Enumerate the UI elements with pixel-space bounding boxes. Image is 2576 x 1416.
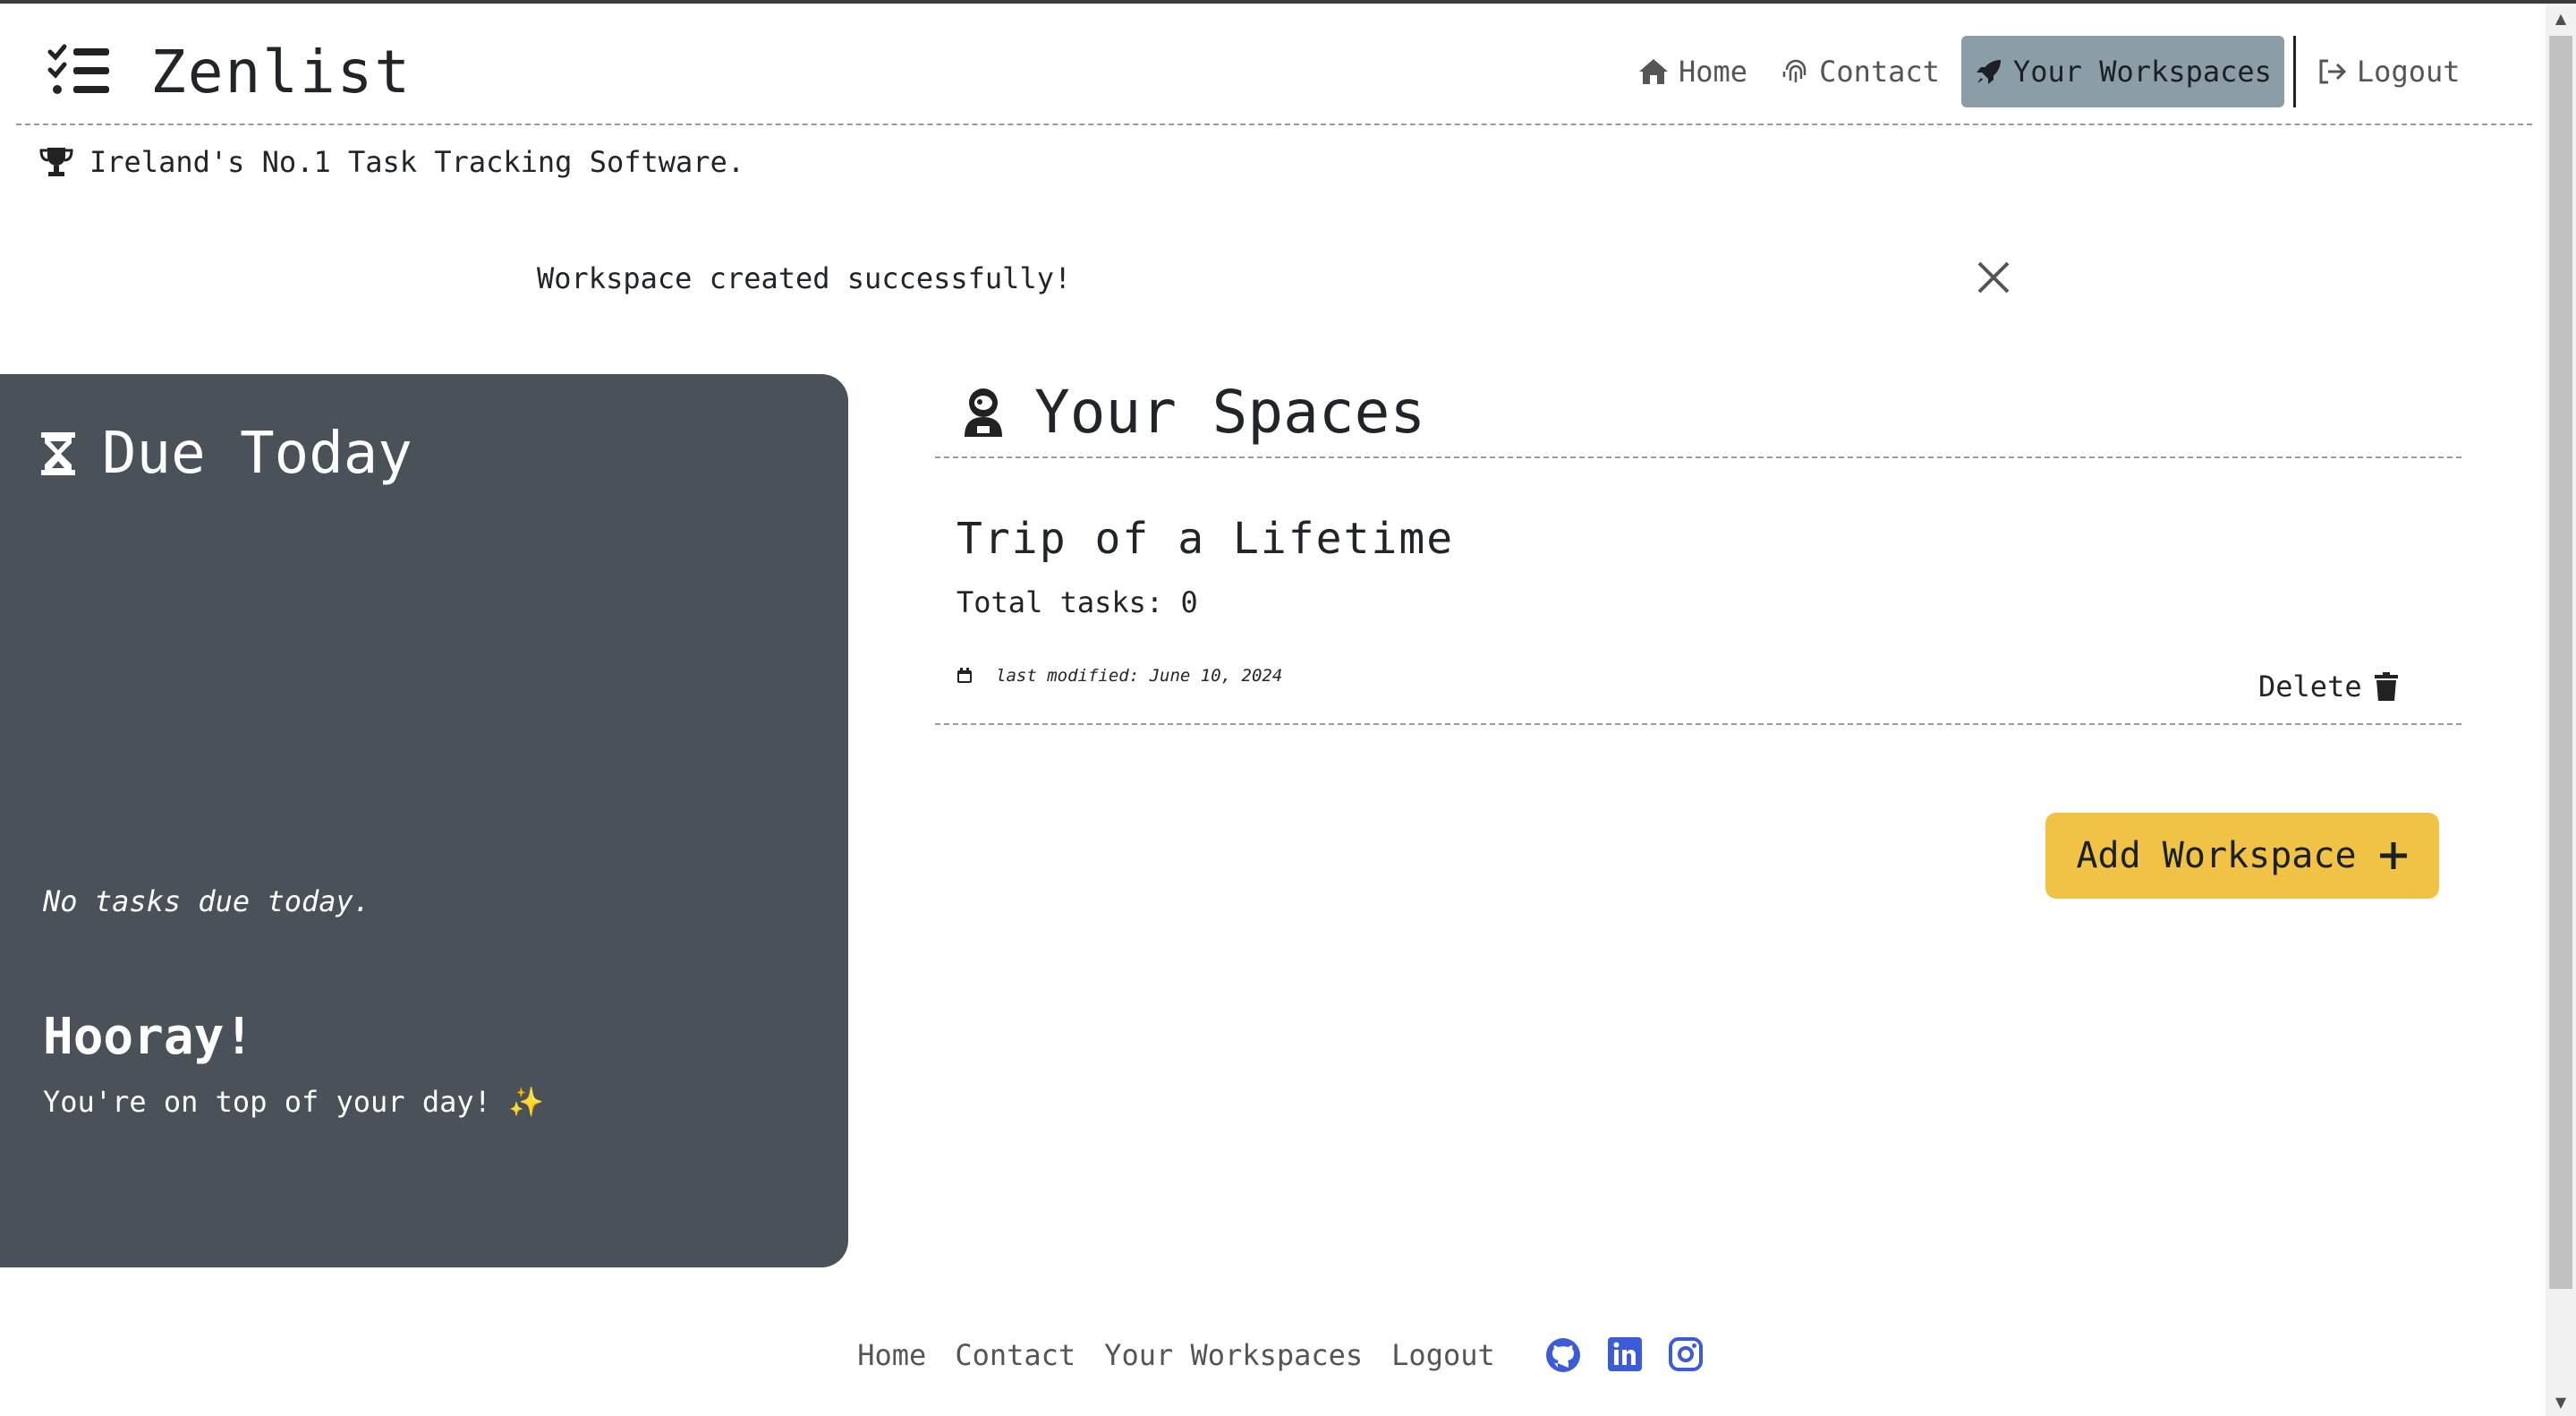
plus-icon bbox=[2378, 840, 2409, 871]
header-divider bbox=[16, 124, 2532, 125]
nav-workspaces-label: Your Workspaces bbox=[2012, 55, 2272, 89]
spaces-divider-top bbox=[935, 456, 2461, 458]
scrollbar-thumb[interactable] bbox=[2549, 36, 2572, 1289]
spaces-title: Your Spaces bbox=[1034, 378, 1426, 447]
tagline: Ireland's No.1 Task Tracking Software. bbox=[39, 145, 744, 179]
social-links bbox=[1545, 1337, 1703, 1373]
add-workspace-button[interactable]: Add Workspace bbox=[2045, 813, 2439, 899]
nav-logout[interactable]: Logout bbox=[2305, 36, 2473, 107]
instagram-icon[interactable] bbox=[1668, 1337, 1703, 1373]
nav-home[interactable]: Home bbox=[1625, 36, 1760, 107]
footer-link-home[interactable]: Home bbox=[857, 1338, 926, 1372]
tagline-text: Ireland's No.1 Task Tracking Software. bbox=[89, 145, 745, 179]
main-nav: Home Contact Your Workspaces Logout bbox=[1625, 36, 2473, 107]
nav-contact-label: Contact bbox=[1819, 55, 1940, 89]
scroll-up-icon[interactable]: ▲ bbox=[2546, 4, 2576, 32]
calendar-icon bbox=[956, 668, 973, 684]
nav-home-label: Home bbox=[1679, 55, 1748, 89]
page-scrollbar[interactable]: ▲ ▼ bbox=[2546, 4, 2576, 1416]
close-icon[interactable] bbox=[1974, 258, 2013, 297]
hooray-title: Hooray! bbox=[43, 1008, 255, 1066]
scroll-down-icon[interactable]: ▼ bbox=[2546, 1387, 2576, 1416]
nav-divider bbox=[2292, 36, 2296, 107]
astronaut-icon bbox=[961, 387, 1006, 439]
footer: Home Contact Your Workspaces Logout bbox=[0, 1337, 2546, 1373]
hourglass-icon bbox=[41, 432, 75, 475]
delete-workspace-button[interactable]: Delete bbox=[2258, 670, 2398, 704]
workspace-last-modified: last modified: June 10, 2024 bbox=[956, 666, 1282, 686]
add-workspace-label: Add Workspace bbox=[2076, 835, 2357, 876]
nav-contact[interactable]: Contact bbox=[1769, 36, 1952, 107]
nav-logout-label: Logout bbox=[2356, 55, 2461, 89]
due-empty-message: No tasks due today. bbox=[43, 884, 371, 918]
due-today-title: Due Today bbox=[102, 421, 412, 487]
trophy-icon bbox=[39, 146, 73, 178]
checklist-icon bbox=[47, 43, 111, 100]
fingerprint-icon bbox=[1781, 57, 1810, 86]
spaces-heading: Your Spaces bbox=[961, 378, 1425, 447]
nav-your-workspaces[interactable]: Your Workspaces bbox=[1960, 36, 2284, 107]
footer-link-logout[interactable]: Logout bbox=[1391, 1338, 1495, 1372]
last-modified-text: last modified: June 10, 2024 bbox=[996, 666, 1283, 686]
delete-label: Delete bbox=[2258, 670, 2362, 704]
linkedin-icon[interactable] bbox=[1607, 1337, 1642, 1373]
github-icon[interactable] bbox=[1545, 1337, 1581, 1373]
workspace-total-tasks: Total tasks: 0 bbox=[956, 585, 1198, 619]
footer-link-workspaces[interactable]: Your Workspaces bbox=[1104, 1338, 1363, 1372]
due-today-heading: Due Today bbox=[41, 421, 412, 487]
workspace-name[interactable]: Trip of a Lifetime bbox=[956, 514, 1454, 564]
hooray-message: You're on top of your day! ✨ bbox=[43, 1085, 545, 1119]
brand-name[interactable]: Zenlist bbox=[150, 38, 412, 107]
footer-link-contact[interactable]: Contact bbox=[955, 1338, 1075, 1372]
spaces-divider-bottom bbox=[935, 723, 2461, 725]
alert-message: Workspace created successfully! bbox=[537, 261, 1072, 295]
logout-icon bbox=[2317, 58, 2348, 85]
home-icon bbox=[1637, 57, 1670, 86]
trash-icon bbox=[2374, 672, 2398, 701]
due-today-panel: Due Today No tasks due today. Hooray! Yo… bbox=[0, 374, 848, 1267]
rocket-icon bbox=[1974, 56, 2004, 87]
